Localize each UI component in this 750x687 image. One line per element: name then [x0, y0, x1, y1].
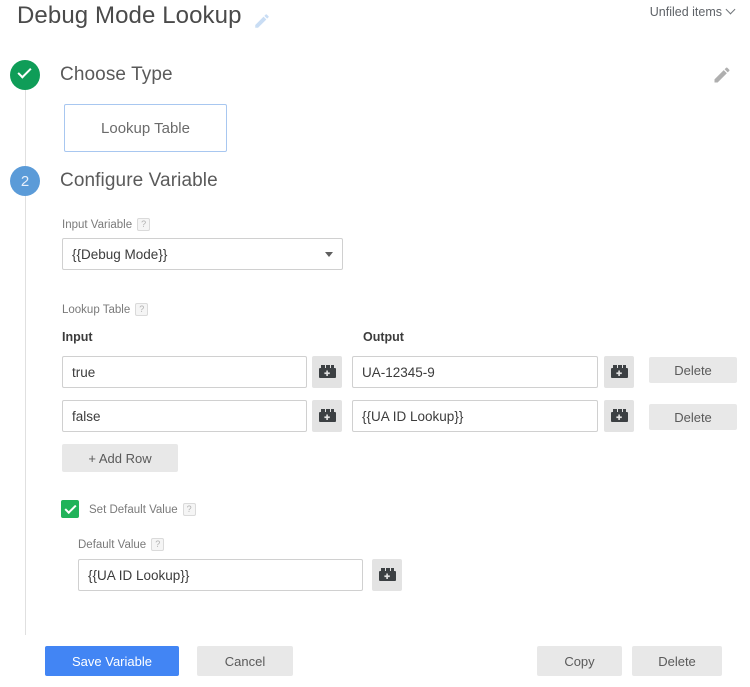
lookup-row-delete-button[interactable]: Delete — [649, 357, 737, 383]
delete-variable-button[interactable]: Delete — [632, 646, 722, 676]
variable-picker-icon[interactable] — [604, 400, 634, 432]
step-indicator-configure-variable: 2 — [10, 166, 40, 196]
variable-editor-page: Debug Mode Lookup Unfiled items 2 Choose… — [0, 0, 750, 687]
page-title: Debug Mode Lookup — [17, 2, 242, 29]
title-edit-pencil-icon[interactable] — [253, 12, 271, 30]
input-variable-label: Input Variable — [62, 218, 133, 231]
lookup-row-output-field[interactable]: {{UA ID Lookup}} — [352, 400, 598, 432]
input-variable-label-group: Input Variable ? — [62, 218, 151, 231]
lookup-row-delete-label: Delete — [674, 362, 712, 378]
lookup-row-output-value: {{UA ID Lookup}} — [362, 408, 464, 424]
input-variable-help-icon[interactable]: ? — [137, 218, 151, 231]
step-number-label: 2 — [20, 172, 30, 190]
choose-type-edit-pencil-icon[interactable] — [712, 65, 732, 85]
choose-type-heading: Choose Type — [60, 64, 173, 85]
lookup-row-input-value: true — [72, 364, 96, 380]
configure-variable-heading: Configure Variable — [60, 170, 218, 191]
variable-type-card[interactable]: Lookup Table — [64, 104, 227, 152]
lookup-row-delete-button[interactable]: Delete — [649, 404, 737, 430]
add-row-label: + Add Row — [88, 450, 152, 466]
footer-divider — [0, 624, 750, 625]
column-header-input: Input — [62, 330, 93, 344]
save-variable-button[interactable]: Save Variable — [45, 646, 179, 676]
workspace-label: Unfiled items — [649, 5, 722, 19]
check-circle-icon — [17, 68, 33, 79]
default-value-text: {{UA ID Lookup}} — [88, 567, 190, 583]
variable-picker-icon[interactable] — [372, 559, 402, 591]
copy-label: Copy — [564, 653, 595, 669]
lookup-table-label-group: Lookup Table ? — [62, 303, 149, 316]
set-default-value-label-group: Set Default Value ? — [89, 503, 196, 516]
cancel-button[interactable]: Cancel — [197, 646, 293, 676]
variable-picker-icon[interactable] — [312, 356, 342, 388]
page-header: Debug Mode Lookup Unfiled items — [0, 0, 750, 44]
lookup-row-output-field[interactable]: UA-12345-9 — [352, 356, 598, 388]
lookup-row-input-field[interactable]: true — [62, 356, 307, 388]
default-value-field[interactable]: {{UA ID Lookup}} — [78, 559, 363, 591]
cancel-label: Cancel — [224, 653, 266, 669]
workspace-selector[interactable]: Unfiled items — [650, 5, 736, 19]
lookup-row-input-value: false — [72, 408, 101, 424]
lookup-row-output-value: UA-12345-9 — [362, 364, 435, 380]
default-value-help-icon[interactable]: ? — [151, 538, 165, 551]
variable-type-label: Lookup Table — [101, 119, 190, 137]
default-value-label: Default Value — [78, 538, 147, 551]
input-variable-select[interactable]: {{Debug Mode}} — [62, 238, 343, 270]
lookup-row-input-field[interactable]: false — [62, 400, 307, 432]
column-header-output: Output — [363, 330, 404, 344]
set-default-value-checkbox[interactable] — [61, 500, 79, 518]
copy-button[interactable]: Copy — [537, 646, 622, 676]
chevron-down-icon — [325, 252, 333, 257]
variable-picker-icon[interactable] — [312, 400, 342, 432]
set-default-value-label: Set Default Value — [89, 503, 178, 516]
lookup-row-delete-label: Delete — [674, 409, 712, 425]
default-value-label-group: Default Value ? — [78, 538, 165, 551]
set-default-value-help-icon[interactable]: ? — [182, 503, 196, 516]
lookup-table-label: Lookup Table — [62, 303, 131, 316]
step-indicator-choose-type — [10, 60, 40, 90]
delete-variable-label: Delete — [658, 653, 696, 669]
chevron-down-icon — [727, 6, 736, 15]
save-variable-label: Save Variable — [72, 653, 152, 669]
lookup-table-help-icon[interactable]: ? — [135, 303, 149, 316]
add-row-button[interactable]: + Add Row — [62, 444, 178, 472]
input-variable-value: {{Debug Mode}} — [72, 246, 168, 262]
variable-picker-icon[interactable] — [604, 356, 634, 388]
